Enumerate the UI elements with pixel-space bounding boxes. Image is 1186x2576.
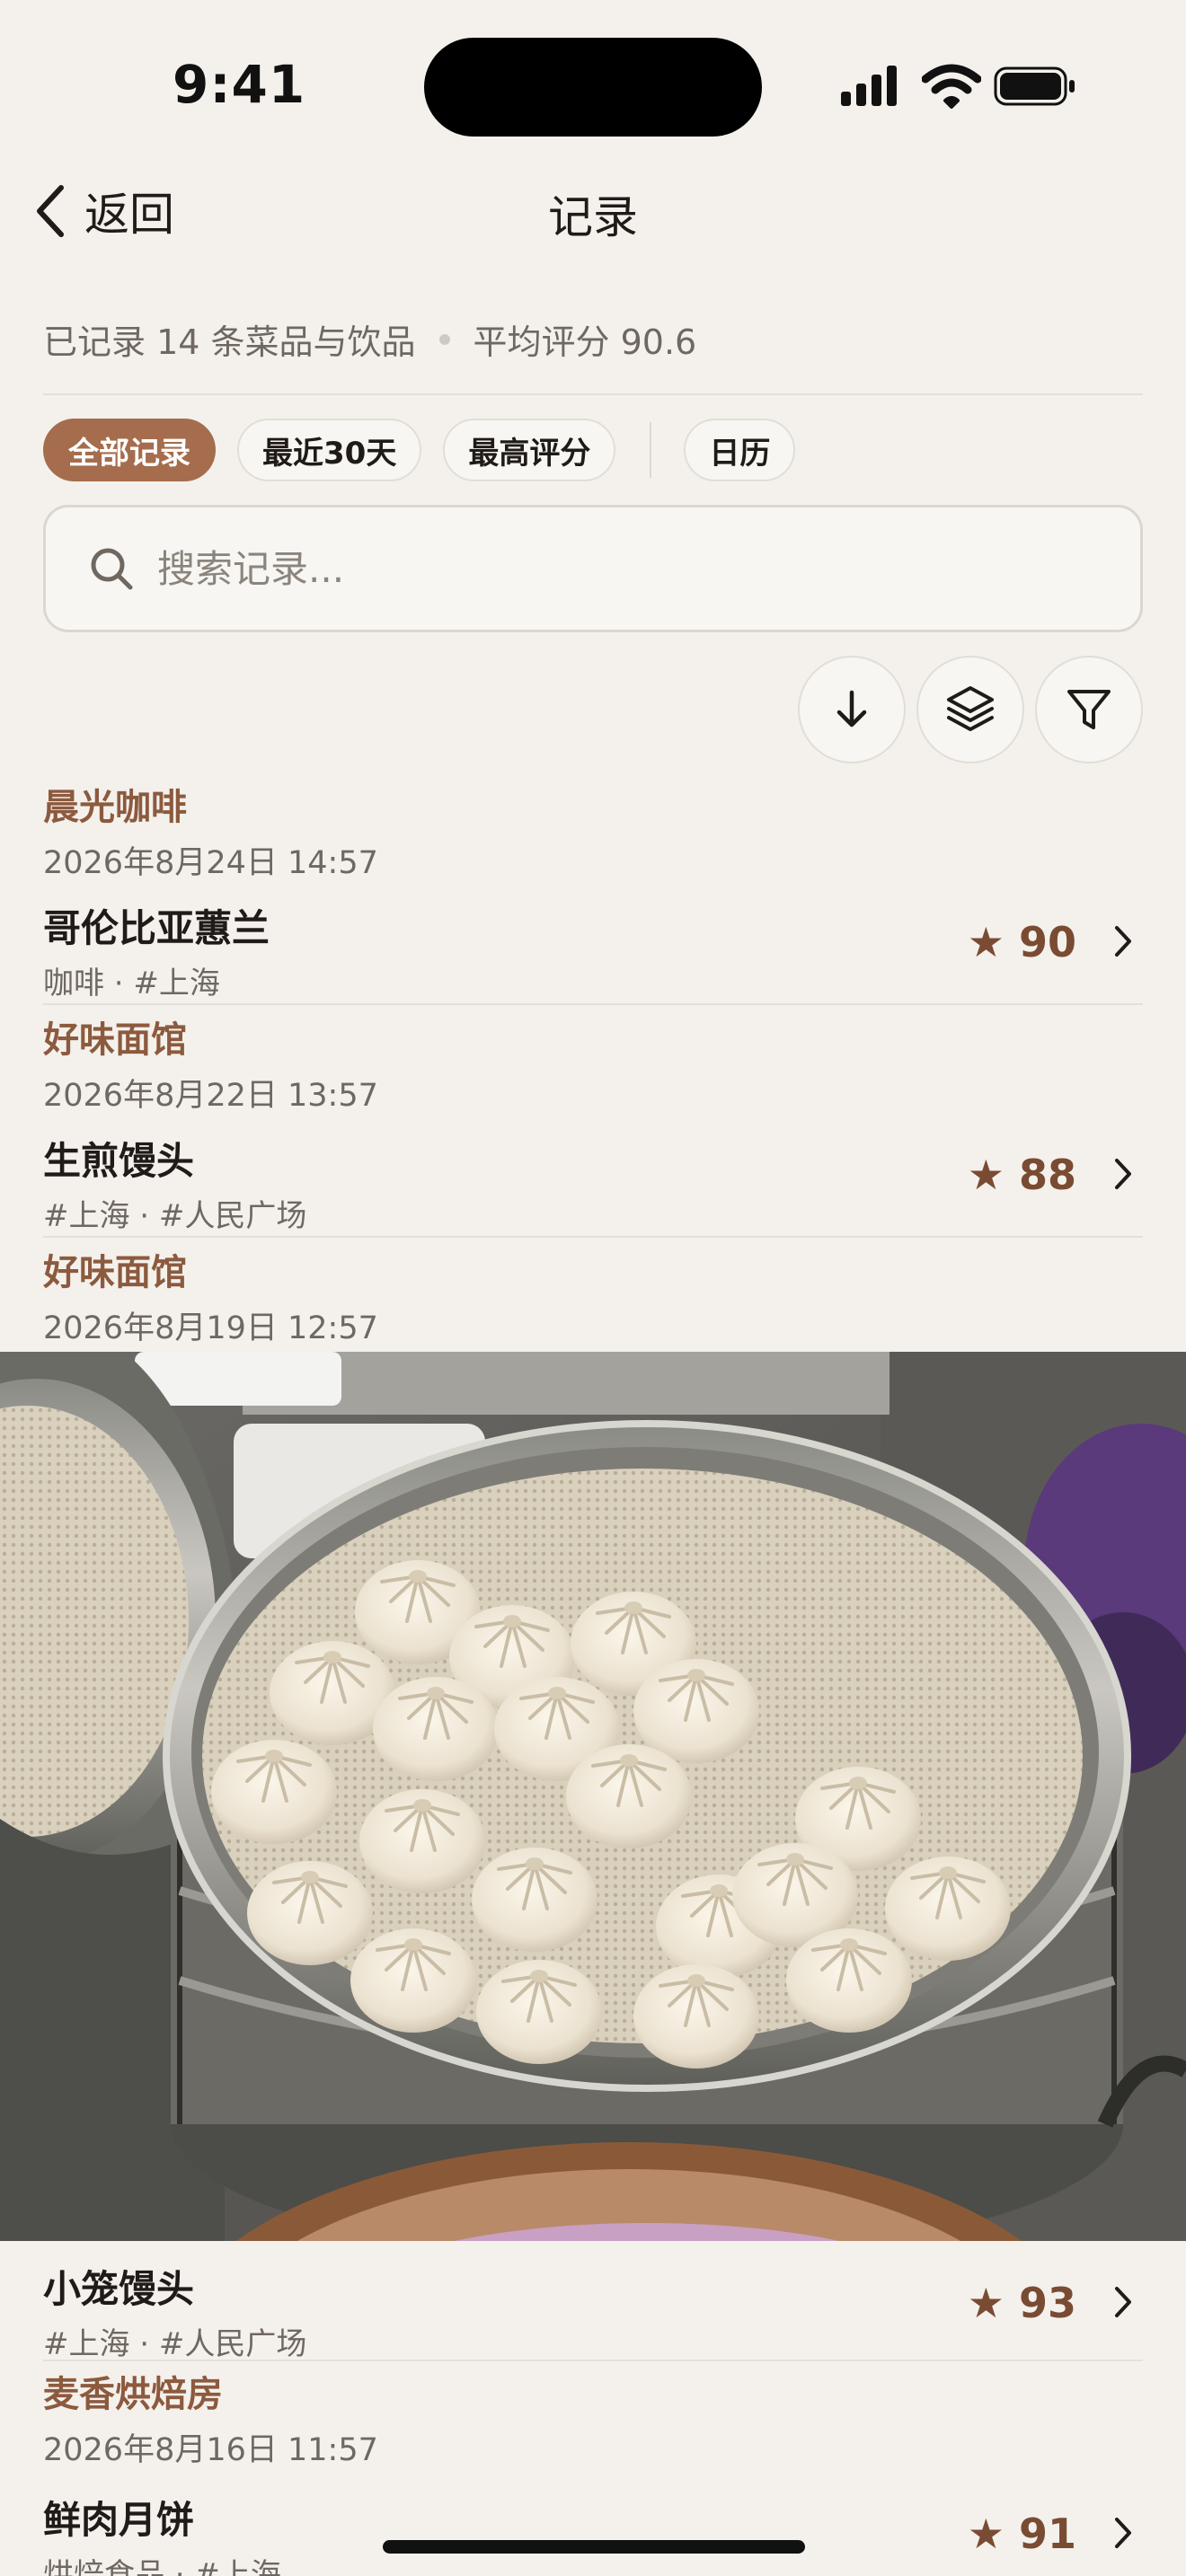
item-score: ★ 91 (967, 2510, 1076, 2558)
item-score: ★ 90 (967, 918, 1076, 966)
chevron-right-icon (1115, 926, 1131, 957)
chevron-right-icon (1115, 2518, 1131, 2548)
place-name: 好味面馆 (43, 1252, 187, 1293)
search-field[interactable] (43, 505, 1143, 632)
chevron-right-icon (1115, 1159, 1131, 1189)
layers-icon (947, 686, 994, 731)
row-divider (43, 1003, 1143, 1005)
steamer-photo-image (0, 1352, 1186, 2241)
record-row[interactable]: 小笼馒头 #上海 · #人民广场 ★ 93 (43, 2259, 1143, 2362)
place-name: 麦香烘焙房 (43, 2374, 223, 2415)
cellular-signal-icon (841, 66, 897, 106)
record-group-header: 晨光咖啡 2026年8月24日 14:57 (43, 778, 378, 883)
chevron-right-icon (1115, 2287, 1131, 2317)
item-score: ★ 93 (967, 2279, 1076, 2327)
chip-separator (650, 422, 652, 478)
chip-last-30-days[interactable]: 最近30天 (237, 419, 422, 481)
search-icon (91, 548, 133, 590)
record-row[interactable]: 哥伦比亚蕙兰 咖啡 · #上海 ★ 90 (43, 898, 1143, 1001)
record-row[interactable]: 生煎馒头 #上海 · #人民广场 ★ 88 (43, 1131, 1143, 1234)
search-input[interactable] (157, 546, 1056, 591)
chip-top-rated[interactable]: 最高评分 (443, 419, 616, 481)
row-divider (43, 2360, 1143, 2361)
record-date: 2026年8月16日 11:57 (43, 2432, 378, 2468)
divider (43, 393, 1143, 395)
wifi-icon (922, 64, 981, 109)
battery-icon (994, 66, 1075, 106)
status-time: 9:41 (173, 54, 306, 115)
record-group-header: 好味面馆 2026年8月19日 12:57 (43, 1243, 378, 1348)
record-date: 2026年8月24日 14:57 (43, 845, 378, 881)
group-button[interactable] (916, 656, 1024, 763)
filter-chips: 全部记录 最近30天 最高评分 日历 (43, 419, 817, 481)
filter-button[interactable] (1035, 656, 1143, 763)
status-bar: 9:41 (0, 0, 1186, 171)
navigation-bar: 返回 记录 (0, 171, 1186, 251)
sort-button[interactable] (798, 656, 906, 763)
record-row[interactable]: 鲜肉月饼 烘焙食品 · #上海 ★ 91 (43, 2490, 1143, 2576)
chip-calendar[interactable]: 日历 (684, 419, 796, 481)
row-divider (43, 1236, 1143, 1238)
record-photo[interactable] (0, 1352, 1186, 2241)
item-score: ★ 88 (967, 1151, 1076, 1199)
separator-dot (438, 333, 450, 345)
sort-down-icon (836, 690, 867, 728)
home-indicator (383, 2540, 805, 2554)
dynamic-island (424, 38, 762, 137)
summary-line: 已记录 14 条菜品与饮品 平均评分 90.6 (43, 314, 1143, 364)
record-group-header: 麦香烘焙房 2026年8月16日 11:57 (43, 2365, 378, 2470)
record-group-header: 好味面馆 2026年8月22日 13:57 (43, 1010, 378, 1116)
average-score: 平均评分 90.6 (473, 322, 697, 362)
page-title: 记录 (548, 191, 638, 243)
place-name: 晨光咖啡 (43, 787, 187, 828)
chip-all-records[interactable]: 全部记录 (43, 419, 216, 481)
filter-icon (1067, 690, 1111, 729)
record-date: 2026年8月19日 12:57 (43, 1310, 378, 1346)
record-date: 2026年8月22日 13:57 (43, 1078, 378, 1114)
place-name: 好味面馆 (43, 1019, 187, 1061)
record-count: 已记录 14 条菜品与饮品 (43, 322, 416, 362)
